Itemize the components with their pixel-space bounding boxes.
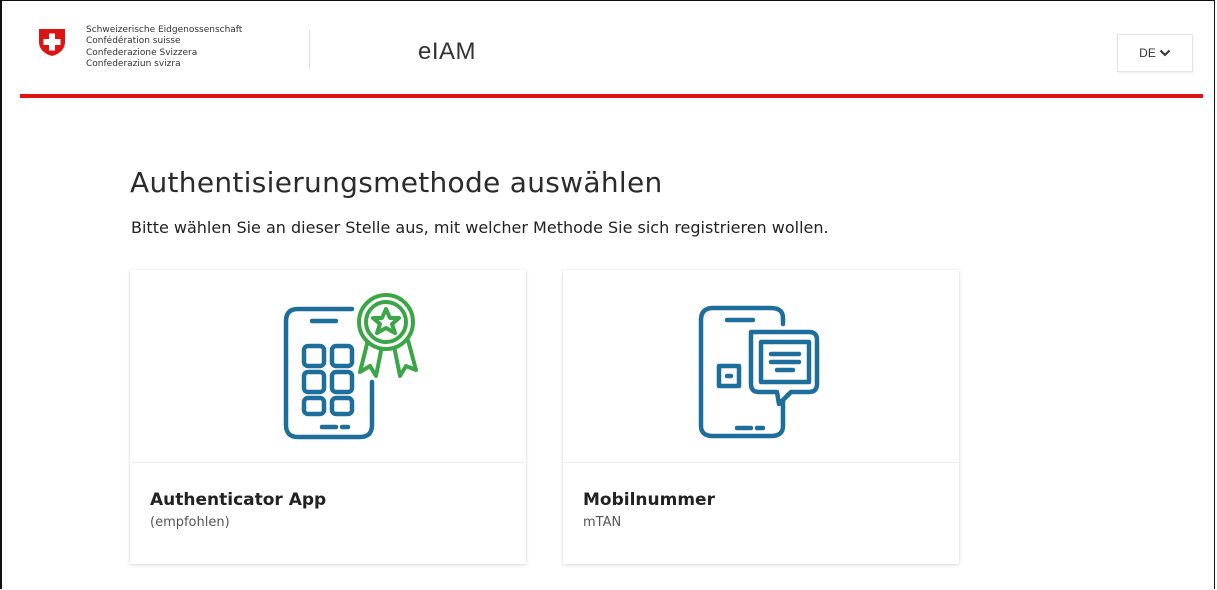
- site-header: Schweizerische Eidgenossenschaft Confédé…: [20, 0, 1203, 98]
- header-divider: [309, 30, 310, 70]
- page-subtitle: Bitte wählen Sie an dieser Stelle aus, m…: [131, 218, 829, 237]
- chevron-down-icon: [1159, 49, 1171, 57]
- card-subtitle: mTAN: [583, 515, 622, 530]
- method-card-mobile-number[interactable]: Mobilnummer mTAN: [563, 270, 959, 564]
- confederation-line-de: Schweizerische Eidgenossenschaft: [86, 25, 243, 35]
- card-subtitle: (empfohlen): [150, 515, 230, 530]
- confederation-line-fr: Confédération suisse: [86, 36, 181, 47]
- language-label: DE: [1139, 46, 1156, 60]
- card-title: Authenticator App: [150, 490, 327, 510]
- method-card-authenticator-app[interactable]: Authenticator App (empfohlen): [130, 270, 526, 564]
- confederation-line-rm: Confederaziun svizra: [86, 59, 181, 70]
- authenticator-app-icon: [283, 293, 418, 440]
- confederation-name: Schweizerische Eidgenossenschaft Confédé…: [86, 25, 242, 71]
- app-title: eIAM: [418, 38, 477, 65]
- page-title: Authentisierungsmethode auswählen: [130, 166, 663, 199]
- language-selector[interactable]: DE: [1117, 34, 1193, 72]
- card-illustration: [130, 270, 526, 463]
- swiss-coat-of-arms-icon[interactable]: [37, 27, 67, 57]
- confederation-line-it: Confederazione Svizzera: [86, 47, 198, 58]
- card-illustration: [563, 270, 959, 463]
- card-title: Mobilnummer: [583, 490, 715, 510]
- mobile-sms-icon: [698, 305, 820, 439]
